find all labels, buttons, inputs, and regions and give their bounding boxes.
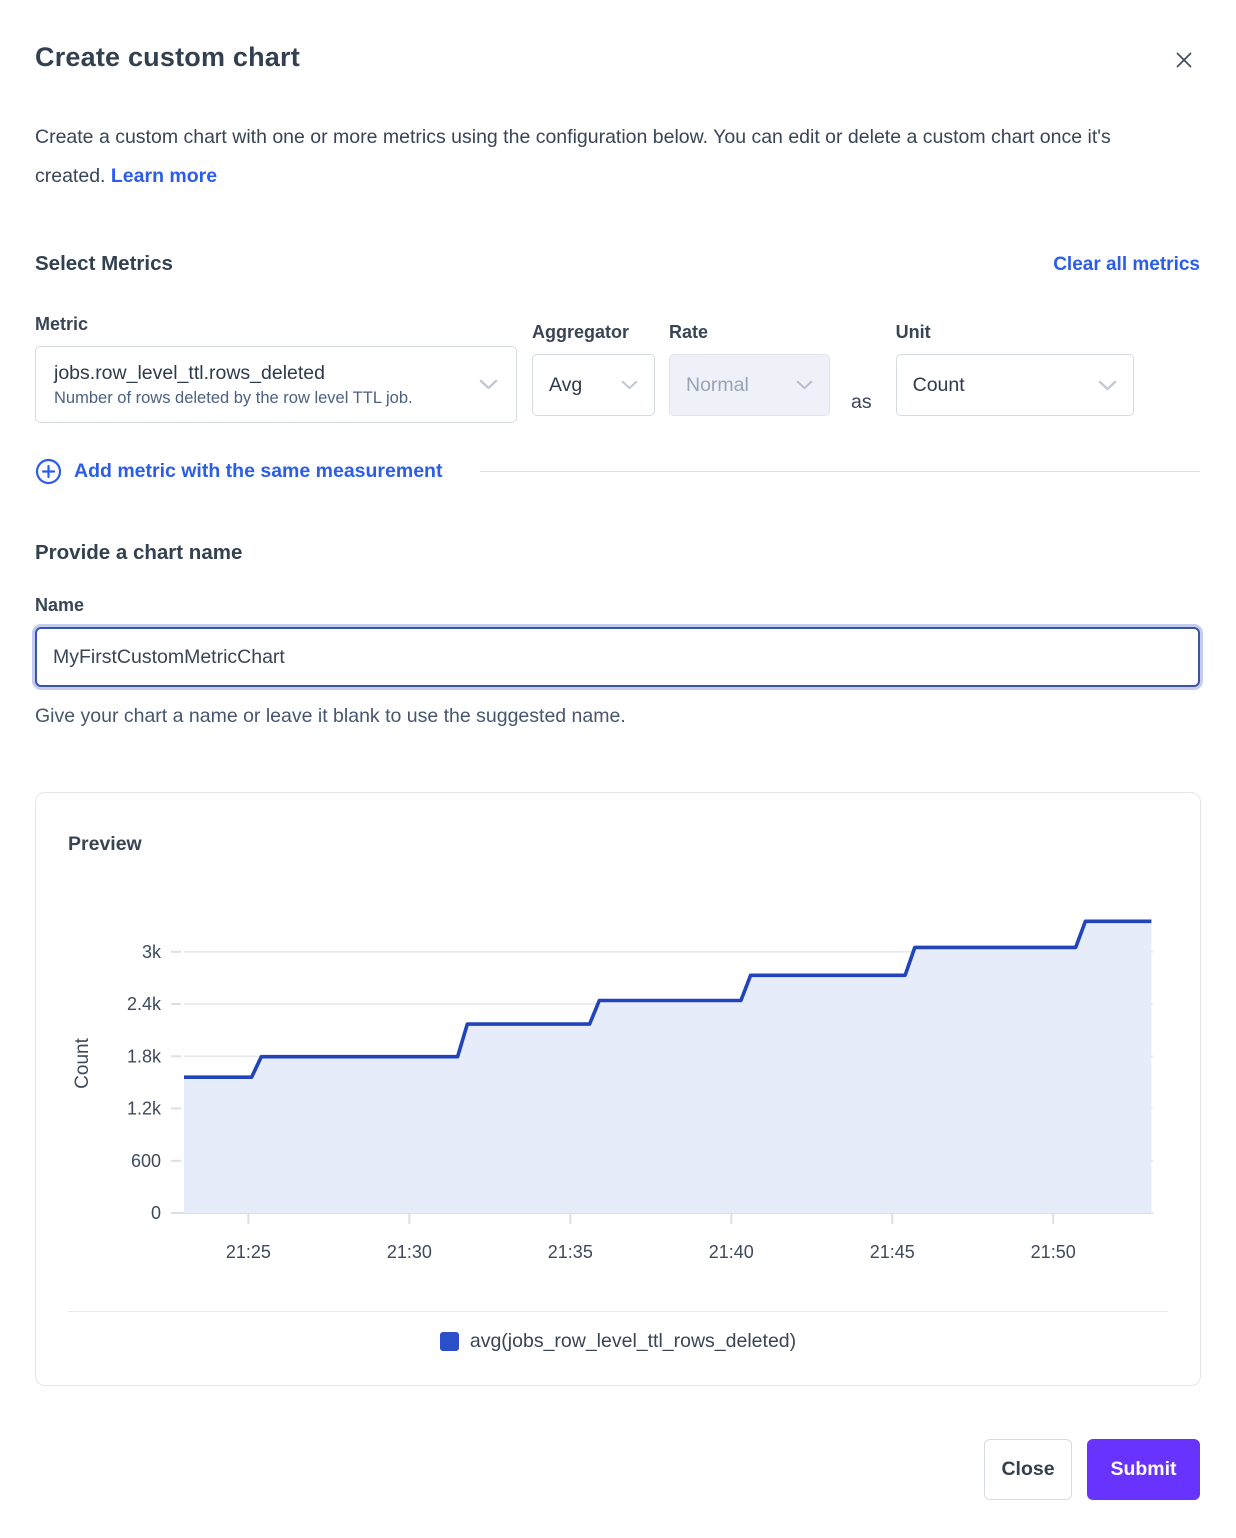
close-dialog-button[interactable] [1168, 44, 1200, 76]
metric-field: Metric jobs.row_level_ttl.rows_deleted N… [35, 314, 517, 423]
metric-select-description: Number of rows deleted by the row level … [54, 389, 413, 408]
add-metric-row: Add metric with the same measurement [35, 458, 1200, 485]
submit-button[interactable]: Submit [1087, 1439, 1200, 1500]
aggregator-select[interactable]: Avg [532, 354, 655, 416]
rate-select-value: Normal [686, 374, 763, 397]
preview-chart: 0 600 1.2k 1.8k 2.4k 3k 21:25 21:30 21:35 21:40 21… [68, 900, 1168, 1268]
legend-swatch [440, 1332, 459, 1351]
close-button[interactable]: Close [984, 1439, 1072, 1500]
chevron-down-icon [1098, 380, 1117, 391]
svg-text:21:35: 21:35 [548, 1242, 593, 1262]
unit-field: Unit Count [896, 314, 1134, 416]
rate-field: Rate Normal [669, 314, 830, 416]
add-metric-button[interactable]: Add metric with the same measurement [35, 458, 442, 485]
dialog-header: Create custom chart [35, 42, 1200, 76]
rate-select-disabled: Normal [669, 354, 830, 416]
chevron-down-icon [621, 380, 638, 390]
metric-config-row: Metric jobs.row_level_ttl.rows_deleted N… [35, 314, 1200, 423]
svg-text:Count: Count [72, 1037, 93, 1088]
chart-name-heading: Provide a chart name [35, 541, 1200, 565]
svg-text:1.2k: 1.2k [127, 1099, 162, 1119]
page-title: Create custom chart [35, 42, 300, 73]
dialog-footer: Close Submit [35, 1439, 1200, 1500]
preview-heading: Preview [68, 833, 1168, 856]
svg-text:21:40: 21:40 [709, 1242, 754, 1262]
as-label: as [851, 391, 872, 423]
svg-text:21:45: 21:45 [870, 1242, 915, 1262]
select-metrics-heading: Select Metrics [35, 252, 173, 276]
metric-select-value: jobs.row_level_ttl.rows_deleted [54, 362, 413, 385]
name-label: Name [35, 595, 1200, 616]
unit-select-value: Count [913, 374, 979, 397]
svg-text:2.4k: 2.4k [127, 994, 162, 1014]
aggregator-field: Aggregator Avg [532, 314, 655, 416]
svg-text:600: 600 [131, 1151, 161, 1171]
dialog-description: Create a custom chart with one or more m… [35, 118, 1175, 196]
metric-select-texts: jobs.row_level_ttl.rows_deleted Number o… [54, 362, 413, 408]
aggregator-select-value: Avg [549, 374, 596, 397]
chart-legend: avg(jobs_row_level_ttl_rows_deleted) [68, 1330, 1168, 1357]
chart-name-input[interactable] [35, 627, 1200, 687]
unit-label: Unit [896, 322, 1134, 343]
aggregator-label: Aggregator [532, 322, 655, 343]
svg-text:21:30: 21:30 [387, 1242, 432, 1262]
svg-text:0: 0 [151, 1203, 161, 1223]
divider [480, 471, 1200, 472]
svg-text:1.8k: 1.8k [127, 1046, 162, 1066]
metric-label: Metric [35, 314, 517, 335]
svg-text:21:25: 21:25 [226, 1242, 271, 1262]
learn-more-link[interactable]: Learn more [111, 165, 217, 187]
metric-select[interactable]: jobs.row_level_ttl.rows_deleted Number o… [35, 346, 517, 423]
create-custom-chart-dialog: Create custom chart Create a custom char… [0, 0, 1236, 1536]
svg-text:21:50: 21:50 [1031, 1242, 1076, 1262]
legend-label: avg(jobs_row_level_ttl_rows_deleted) [470, 1330, 796, 1353]
preview-card: Preview 0 600 1.2k 1.8k 2.4k 3k 21:25 21:30 21:3… [35, 792, 1201, 1386]
divider [68, 1311, 1168, 1312]
add-metric-label: Add metric with the same measurement [74, 460, 442, 483]
name-helper-text: Give your chart a name or leave it blank… [35, 705, 1200, 728]
unit-select[interactable]: Count [896, 354, 1134, 416]
plus-circle-icon [35, 458, 62, 485]
rate-label: Rate [669, 322, 830, 343]
select-metrics-header: Select Metrics Clear all metrics [35, 252, 1200, 276]
clear-all-metrics-link[interactable]: Clear all metrics [1053, 254, 1200, 276]
close-icon [1172, 48, 1196, 72]
svg-text:3k: 3k [142, 942, 162, 962]
chevron-down-icon [796, 380, 813, 390]
chevron-down-icon [479, 379, 498, 390]
